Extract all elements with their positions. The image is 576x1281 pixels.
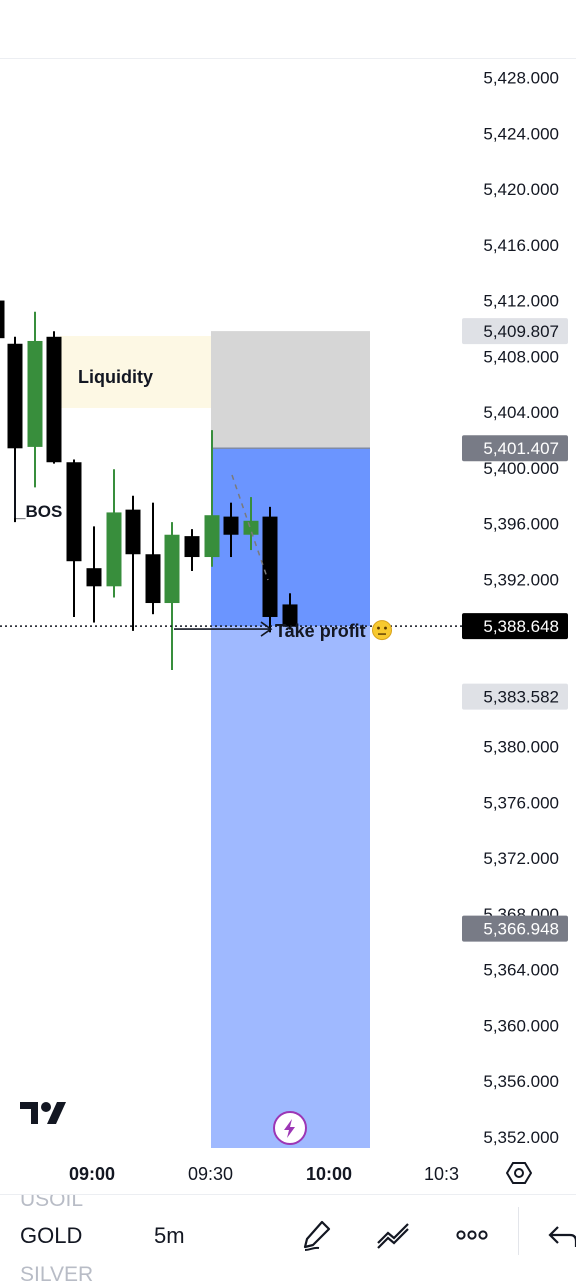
price-tick: 5,420.000 — [483, 180, 559, 199]
price-tick: 5,396.000 — [483, 515, 559, 534]
bull-candle — [27, 340, 43, 447]
price-tag-label: 5,383.582 — [483, 688, 559, 707]
price-tick: 5,408.000 — [483, 347, 559, 366]
bear-candle — [7, 343, 23, 449]
emoji-eye — [377, 626, 380, 630]
trend-line-icon[interactable] — [376, 1217, 412, 1253]
price-tick: 5,428.000 — [483, 69, 559, 88]
price-tag-label: 5,366.948 — [483, 920, 559, 939]
price-tick: 5,416.000 — [483, 236, 559, 255]
symbol-current[interactable]: GOLD — [20, 1223, 82, 1249]
take-profit-label: Take profit — [275, 621, 366, 641]
price-tick: 5,352.000 — [483, 1128, 559, 1147]
price-tick: 5,360.000 — [483, 1016, 559, 1035]
bear-candle — [86, 568, 102, 587]
price-tag-label: 5,388.648 — [483, 617, 559, 636]
time-tick-1030: 10:3 — [424, 1164, 460, 1184]
profit-zone-remaining — [211, 626, 370, 1148]
bear-candle — [66, 462, 82, 562]
timeframe-button[interactable]: 5m — [154, 1223, 185, 1249]
time-axis[interactable]: 09:00 09:30 10:00 10:3 — [0, 1158, 576, 1194]
price-tag-label: 5,401.407 — [483, 439, 559, 458]
bear-candle — [0, 300, 5, 339]
bear-candle — [184, 536, 200, 558]
settings-icon[interactable] — [506, 1160, 532, 1186]
bear-candle — [262, 516, 278, 617]
bear-candle — [223, 516, 239, 535]
bos-label: _BOS — [15, 502, 62, 521]
bear-candle — [145, 554, 161, 604]
price-tick: 5,404.000 — [483, 403, 559, 422]
tradingview-logo[interactable] — [18, 1100, 68, 1128]
liquidity-label: Liquidity — [78, 367, 153, 387]
stop-loss-zone — [211, 331, 370, 449]
symbol-prev[interactable]: USOIL — [20, 1195, 83, 1212]
toolbar-divider — [518, 1207, 519, 1255]
bottom-toolbar: USOIL GOLD SILVER 5m — [0, 1194, 576, 1281]
price-tick: 5,380.000 — [483, 738, 559, 757]
time-tick-0930: 09:30 — [188, 1164, 234, 1184]
lightning-icon[interactable] — [273, 1111, 307, 1145]
price-tick: 5,392.000 — [483, 570, 559, 589]
price-tick: 5,372.000 — [483, 849, 559, 868]
more-dots-icon[interactable] — [454, 1217, 490, 1253]
price-chart[interactable]: Liquidity _BOS Take profit 5,428.000 5,424.0… — [0, 58, 576, 1158]
pencil-icon[interactable] — [300, 1217, 336, 1253]
price-tick: 5,412.000 — [483, 292, 559, 311]
undo-icon[interactable] — [544, 1217, 576, 1253]
time-tick-0900: 09:00 — [69, 1164, 116, 1184]
bear-candle — [46, 336, 62, 463]
bull-candle — [106, 512, 122, 587]
bull-candle — [204, 515, 220, 558]
price-tick: 5,424.000 — [483, 124, 559, 143]
top-bar — [0, 0, 576, 59]
bear-candle — [125, 509, 141, 555]
symbol-next[interactable]: SILVER — [20, 1263, 93, 1281]
price-tick: 5,376.000 — [483, 793, 559, 812]
time-tick-1000: 10:00 — [306, 1164, 353, 1184]
price-tag-label: 5,409.807 — [483, 322, 559, 341]
bull-candle — [164, 534, 180, 604]
salute-emoji-icon — [372, 620, 392, 641]
emoji-eye — [384, 626, 387, 630]
price-tick: 5,400.000 — [483, 459, 559, 478]
price-tick: 5,356.000 — [483, 1072, 559, 1091]
price-tick: 5,364.000 — [483, 961, 559, 980]
